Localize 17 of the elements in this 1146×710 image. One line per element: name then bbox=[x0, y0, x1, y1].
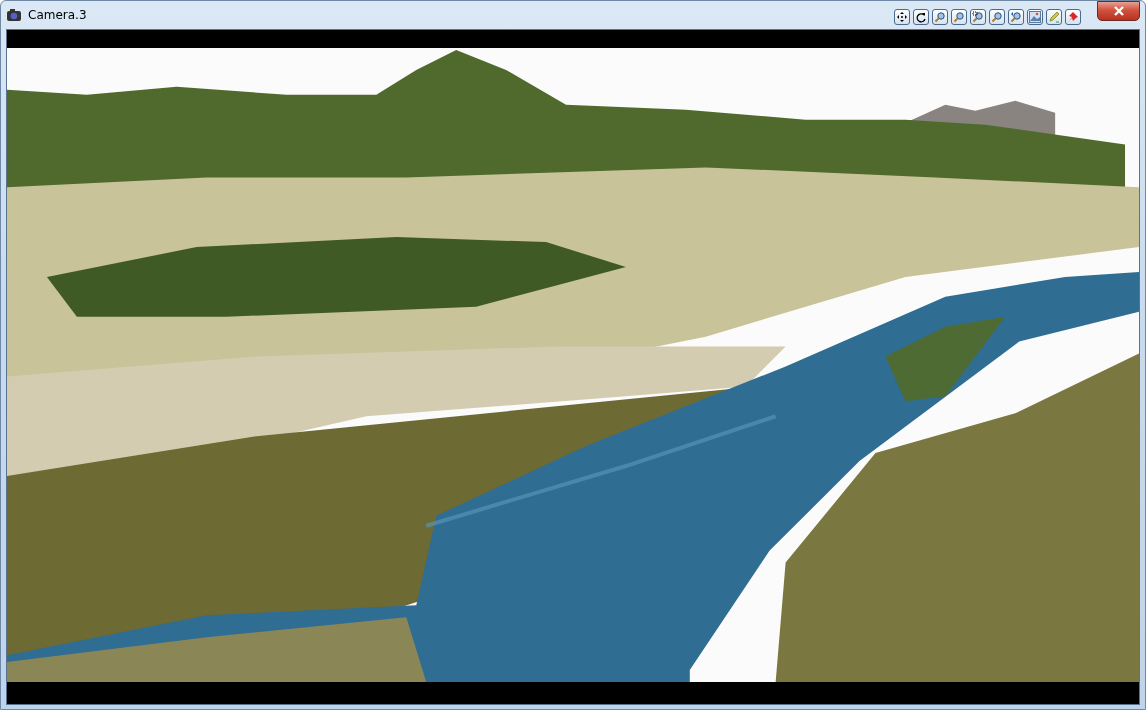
pushpin-icon bbox=[1067, 11, 1079, 23]
magnifier-icon bbox=[1010, 11, 1022, 23]
toolbar-button[interactable] bbox=[970, 9, 986, 25]
magnifier-icon bbox=[934, 11, 946, 23]
move-arrows-icon bbox=[896, 11, 908, 23]
window-title: Camera.3 bbox=[28, 8, 87, 22]
rotate-icon bbox=[915, 11, 927, 23]
landscape-icon bbox=[1029, 11, 1041, 23]
toolbar-button[interactable] bbox=[913, 9, 929, 25]
camera-icon bbox=[6, 8, 22, 22]
pencil-icon bbox=[1048, 11, 1060, 23]
magnifier-icon bbox=[972, 11, 984, 23]
toolbar-button[interactable] bbox=[894, 9, 910, 25]
magnifier-icon bbox=[953, 11, 965, 23]
close-icon bbox=[1112, 6, 1125, 16]
magnifier-icon bbox=[991, 11, 1003, 23]
close-button[interactable] bbox=[1097, 1, 1140, 21]
